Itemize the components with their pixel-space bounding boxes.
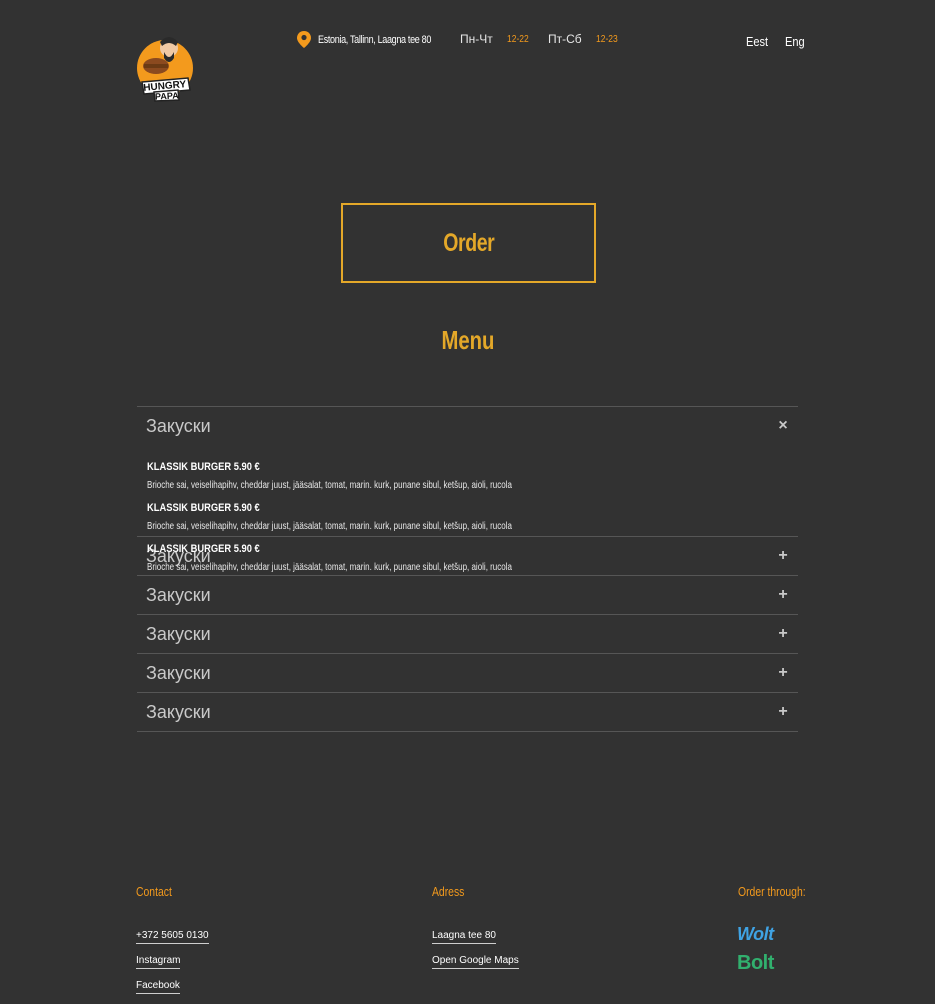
address-link[interactable]: Laagna tee 80: [432, 930, 496, 944]
footer-heading-text: Order through:: [738, 884, 806, 899]
map-pin-icon: [297, 31, 311, 48]
accordion-header[interactable]: Закуски +: [137, 576, 798, 614]
accordion-header[interactable]: Закуски ×: [137, 407, 798, 445]
close-icon[interactable]: ×: [777, 417, 789, 435]
dish-description: Brioche sai, veiselihapihv, cheddar juus…: [147, 562, 512, 573]
google-maps-link-text: Open Google Maps: [432, 955, 519, 966]
accordion-body: KLASSIK BURGER 5.90 € Brioche sai, veise…: [137, 445, 798, 573]
accordion-item: Закуски +: [137, 614, 798, 653]
location-text: Estonia, Tallinn, Laagna tee 80: [318, 33, 432, 46]
hours-weekdays: Пн-Чт 12-22: [460, 32, 532, 46]
accordion-title: Закуски: [146, 584, 211, 605]
wolt-logo[interactable]: Wolt: [737, 924, 774, 945]
plus-icon[interactable]: +: [777, 625, 789, 643]
accordion-header[interactable]: Закуски +: [137, 615, 798, 653]
facebook-link[interactable]: Facebook: [136, 980, 180, 994]
logo-text-papa: PAPA: [155, 90, 180, 101]
footer-contact-heading: Contact: [136, 884, 181, 899]
dish-name: KLASSIK BURGER 5.90 €: [147, 461, 260, 473]
plus-icon[interactable]: +: [777, 664, 789, 682]
bolt-logo[interactable]: Bolt: [737, 952, 774, 975]
footer-order-heading: Order through:: [738, 884, 823, 899]
phone-link[interactable]: +372 5605 0130: [136, 930, 209, 944]
dish-description: Brioche sai, veiselihapihv, cheddar juus…: [147, 480, 512, 491]
accordion-title: Закуски: [146, 662, 211, 683]
instagram-link-text: Instagram: [136, 955, 181, 966]
dish-name: KLASSIK BURGER 5.90 €: [147, 543, 260, 555]
lang-eest[interactable]: Eest: [746, 34, 768, 49]
google-maps-link[interactable]: Open Google Maps: [432, 955, 519, 969]
hours-days: Пт-Сб: [548, 32, 582, 46]
menu-title-text: Menu: [441, 325, 494, 355]
location: Estonia, Tallinn, Laagna tee 80: [297, 31, 456, 48]
accordion-header[interactable]: Закуски +: [137, 654, 798, 692]
dish-item: KLASSIK BURGER 5.90 € Brioche sai, veise…: [147, 457, 788, 493]
accordion-title: Закуски: [146, 623, 211, 644]
accordion-title: Закуски: [146, 701, 211, 722]
footer-heading-text: Contact: [136, 884, 172, 899]
order-label: Order: [442, 228, 495, 257]
hours-days: Пн-Чт: [460, 32, 493, 46]
footer-address-heading: Adress: [432, 884, 472, 899]
instagram-link[interactable]: Instagram: [136, 955, 181, 969]
dish-item: KLASSIK BURGER 5.90 € Brioche sai, veise…: [147, 498, 788, 534]
menu-title: Menu: [0, 325, 935, 356]
hungry-papa-logo[interactable]: HUNGRY PAPA: [136, 30, 196, 102]
footer-heading-text: Adress: [432, 884, 465, 899]
lang-eng[interactable]: Eng: [785, 34, 805, 49]
dish-description: Brioche sai, veiselihapihv, cheddar juus…: [147, 521, 512, 532]
facebook-link-text: Facebook: [136, 980, 180, 991]
plus-icon[interactable]: +: [777, 703, 789, 721]
order-button[interactable]: Order: [341, 203, 596, 283]
plus-icon[interactable]: +: [777, 547, 789, 565]
accordion-header[interactable]: Закуски +: [137, 693, 798, 731]
plus-icon[interactable]: +: [777, 586, 789, 604]
dish-name: KLASSIK BURGER 5.90 €: [147, 502, 260, 514]
phone-link-text: +372 5605 0130: [136, 930, 209, 941]
hours-time: 12-23: [595, 33, 618, 45]
hours-time: 12-22: [506, 33, 529, 45]
accordion-item: Закуски +: [137, 692, 798, 732]
accordion-item: Закуски × KLASSIK BURGER 5.90 € Brioche …: [137, 406, 798, 573]
menu-accordion: Закуски × KLASSIK BURGER 5.90 € Brioche …: [137, 406, 798, 732]
accordion-title: Закуски: [146, 415, 211, 436]
address-link-text: Laagna tee 80: [432, 930, 496, 941]
accordion-item: Закуски +: [137, 653, 798, 692]
hours-weekend: Пт-Сб 12-23: [548, 32, 621, 46]
language-switcher: Eest Eng: [746, 34, 808, 49]
accordion-item: Закуски +: [137, 575, 798, 614]
